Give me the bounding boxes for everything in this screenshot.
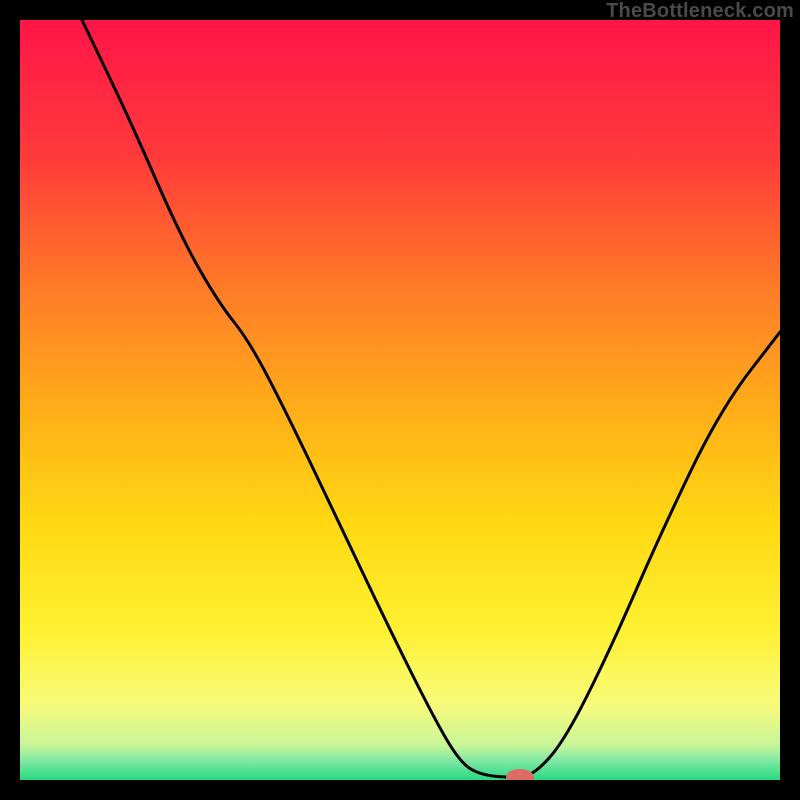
plot-area — [20, 20, 780, 780]
gradient-background — [20, 20, 780, 780]
chart-frame: TheBottleneck.com — [0, 0, 800, 800]
bottleneck-chart — [20, 20, 780, 780]
